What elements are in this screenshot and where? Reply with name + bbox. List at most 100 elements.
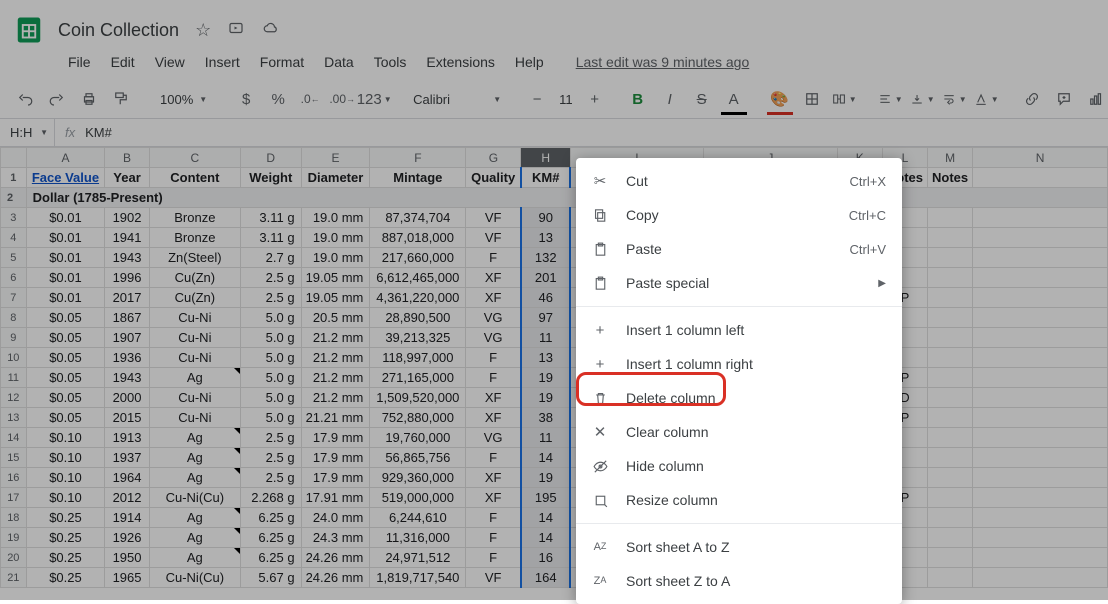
- cell[interactable]: 752,880,000: [370, 408, 466, 428]
- cell[interactable]: 21.2 mm: [301, 388, 370, 408]
- header-cell[interactable]: Notes: [928, 168, 973, 188]
- cell[interactable]: 2.5 g: [240, 268, 301, 288]
- cell[interactable]: [973, 208, 1108, 228]
- cell[interactable]: [928, 348, 973, 368]
- cell[interactable]: 14: [521, 508, 571, 528]
- cell[interactable]: 19: [521, 368, 571, 388]
- cell[interactable]: VG: [466, 428, 521, 448]
- format-percent-button[interactable]: %: [265, 86, 291, 112]
- cell[interactable]: Zn(Steel): [149, 248, 240, 268]
- menu-extensions[interactable]: Extensions: [416, 50, 504, 74]
- cell[interactable]: $0.01: [26, 228, 105, 248]
- cell[interactable]: 4,361,220,000: [370, 288, 466, 308]
- cell[interactable]: 2015: [105, 408, 149, 428]
- cell[interactable]: 56,865,756: [370, 448, 466, 468]
- cell[interactable]: 5.0 g: [240, 388, 301, 408]
- cell[interactable]: $0.10: [26, 428, 105, 448]
- cell[interactable]: Ag: [149, 508, 240, 528]
- cell[interactable]: 1943: [105, 368, 149, 388]
- cell[interactable]: [928, 208, 973, 228]
- row-header[interactable]: 9: [1, 328, 27, 348]
- cell[interactable]: [973, 228, 1108, 248]
- formula-value[interactable]: KM#: [85, 125, 112, 140]
- cell[interactable]: 1936: [105, 348, 149, 368]
- cell[interactable]: [973, 328, 1108, 348]
- font-size-increase[interactable]: +: [585, 86, 605, 112]
- cell[interactable]: [973, 308, 1108, 328]
- cell[interactable]: 201: [521, 268, 571, 288]
- cell[interactable]: 46: [521, 288, 571, 308]
- header-cell[interactable]: Year: [105, 168, 149, 188]
- font-size-input[interactable]: 11: [553, 92, 579, 107]
- cell[interactable]: $0.25: [26, 528, 105, 548]
- cell[interactable]: 519,000,000: [370, 488, 466, 508]
- ctx-cut[interactable]: ✂ Cut Ctrl+X: [576, 164, 902, 198]
- cell[interactable]: F: [466, 448, 521, 468]
- cell[interactable]: 118,997,000: [370, 348, 466, 368]
- row-header[interactable]: 4: [1, 228, 27, 248]
- cell[interactable]: [928, 228, 973, 248]
- ctx-sort-az[interactable]: AZ Sort sheet A to Z: [576, 530, 902, 564]
- bold-button[interactable]: B: [625, 86, 651, 112]
- cell[interactable]: [928, 268, 973, 288]
- cell[interactable]: [928, 308, 973, 328]
- cell[interactable]: 17.91 mm: [301, 488, 370, 508]
- cell[interactable]: Cu-Ni: [149, 348, 240, 368]
- cell[interactable]: [928, 508, 973, 528]
- cell[interactable]: 21.2 mm: [301, 348, 370, 368]
- cell[interactable]: 1867: [105, 308, 149, 328]
- cell[interactable]: 2.5 g: [240, 468, 301, 488]
- cell[interactable]: Ag: [149, 548, 240, 568]
- cell[interactable]: VF: [466, 228, 521, 248]
- name-box[interactable]: H:H▼: [0, 119, 55, 146]
- header-cell[interactable]: Content: [149, 168, 240, 188]
- cell[interactable]: XF: [466, 408, 521, 428]
- cell[interactable]: $0.25: [26, 568, 105, 588]
- strikethrough-button[interactable]: S: [689, 86, 715, 112]
- cell[interactable]: 21.2 mm: [301, 368, 370, 388]
- menu-format[interactable]: Format: [250, 50, 314, 74]
- cell[interactable]: 19: [521, 388, 571, 408]
- cell[interactable]: Ag: [149, 468, 240, 488]
- cell[interactable]: 19.0 mm: [301, 208, 370, 228]
- decrease-decimal-button[interactable]: .0←: [297, 86, 323, 112]
- cell[interactable]: 1996: [105, 268, 149, 288]
- cell[interactable]: 271,165,000: [370, 368, 466, 388]
- cell[interactable]: 38: [521, 408, 571, 428]
- cell[interactable]: $0.25: [26, 508, 105, 528]
- row-header[interactable]: 21: [1, 568, 27, 588]
- cell[interactable]: 24.26 mm: [301, 548, 370, 568]
- cell[interactable]: Cu(Zn): [149, 288, 240, 308]
- col-header-N[interactable]: N: [973, 148, 1108, 168]
- cell[interactable]: XF: [466, 288, 521, 308]
- cell[interactable]: $0.01: [26, 248, 105, 268]
- cell[interactable]: 14: [521, 448, 571, 468]
- cell[interactable]: [928, 528, 973, 548]
- doc-title[interactable]: Coin Collection: [58, 20, 179, 41]
- group-row[interactable]: Dollar (1785-Present): [26, 188, 1107, 208]
- cell[interactable]: 2012: [105, 488, 149, 508]
- cell[interactable]: 1,819,717,540: [370, 568, 466, 588]
- cell[interactable]: $0.05: [26, 348, 105, 368]
- cell[interactable]: F: [466, 548, 521, 568]
- cell[interactable]: Ag: [149, 368, 240, 388]
- cell[interactable]: [928, 288, 973, 308]
- cell[interactable]: [973, 248, 1108, 268]
- cell[interactable]: 2.268 g: [240, 488, 301, 508]
- cell[interactable]: 2017: [105, 288, 149, 308]
- cell[interactable]: 13: [521, 228, 571, 248]
- borders-button[interactable]: [799, 86, 825, 112]
- cell[interactable]: 1907: [105, 328, 149, 348]
- increase-decimal-button[interactable]: .00→: [329, 86, 355, 112]
- cell[interactable]: 11: [521, 428, 571, 448]
- cell[interactable]: $0.10: [26, 488, 105, 508]
- cell[interactable]: Cu-Ni(Cu): [149, 568, 240, 588]
- cell[interactable]: 217,660,000: [370, 248, 466, 268]
- row-header[interactable]: 7: [1, 288, 27, 308]
- cell[interactable]: 39,213,325: [370, 328, 466, 348]
- cell[interactable]: [973, 508, 1108, 528]
- cell[interactable]: 1965: [105, 568, 149, 588]
- cell[interactable]: 2.5 g: [240, 428, 301, 448]
- cell[interactable]: 24.0 mm: [301, 508, 370, 528]
- format-currency-button[interactable]: $: [233, 86, 259, 112]
